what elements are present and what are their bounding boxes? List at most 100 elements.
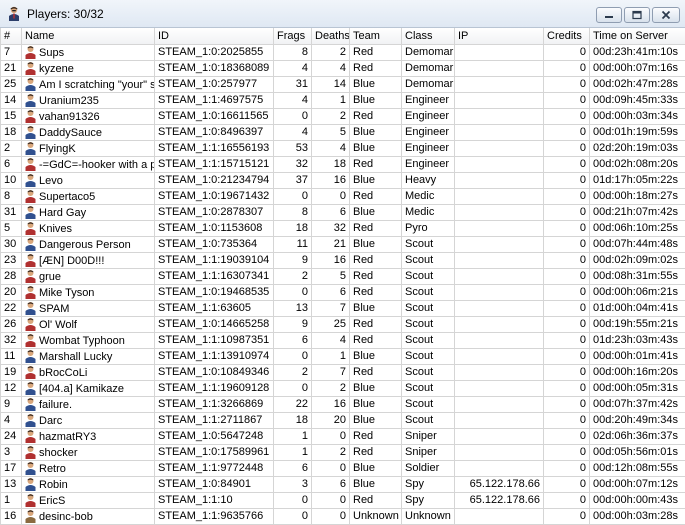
column-header-ip[interactable]: IP	[454, 28, 544, 45]
table-row[interactable]: 12 [404.a] Kamikaze STEAM_1:1:19609128 0 2 Bl…	[0, 379, 685, 397]
table-row[interactable]: 2 FlyingK STEAM_1:1:16556193 53 4 Blue Enginee…	[0, 139, 685, 157]
time-on-server-cell: 00d:00h:03m:34s	[589, 107, 685, 125]
table-row[interactable]: 19 bRocCoLi STEAM_1:0:10849346 2 7 Red Scout 0 0…	[0, 363, 685, 381]
maximize-button[interactable]	[624, 7, 650, 23]
time-on-server-cell: 00d:06h:10m:25s	[589, 219, 685, 237]
player-avatar-icon	[24, 269, 37, 283]
table-row[interactable]: 9 failure. STEAM_1:1:3266869 22 16 Blue Scout 0…	[0, 395, 685, 413]
team-cell: Blue	[349, 475, 402, 493]
close-button[interactable]	[652, 7, 680, 23]
table-row[interactable]: 4 Darc STEAM_1:1:2711867 18 20 Blue Scout 0 00d:…	[0, 411, 685, 429]
steam-id-cell: STEAM_1:0:1153608	[154, 219, 274, 237]
table-row[interactable]: 10 Levo STEAM_1:0:21234794 37 16 Blue Heavy 0 01…	[0, 171, 685, 189]
time-on-server-cell: 00d:19h:55m:21s	[589, 315, 685, 333]
table-row[interactable]: 16 desinc-bob STEAM_1:1:9635766 0 0 Unknown Un…	[0, 507, 685, 525]
class-cell: Demomar	[401, 43, 455, 61]
class-cell: Medic	[401, 187, 455, 205]
column-header-credits[interactable]: Credits	[543, 28, 590, 45]
time-on-server-cell: 00d:00h:01m:41s	[589, 347, 685, 365]
steam-id-cell: STEAM_1:0:21234794	[154, 171, 274, 189]
frags-cell: 1	[273, 443, 312, 461]
column-header-num[interactable]: #	[0, 28, 22, 45]
name-cell: grue	[21, 267, 155, 285]
table-row[interactable]: 30 Dangerous Person STEAM_1:0:735364 11 21 Bl…	[0, 235, 685, 253]
name-cell: Marshall Lucky	[21, 347, 155, 365]
table-row[interactable]: 20 Mike Tyson STEAM_1:0:19468535 0 6 Red Scout…	[0, 283, 685, 301]
player-avatar-icon	[24, 317, 37, 331]
time-on-server-cell: 01d:00h:04m:41s	[589, 299, 685, 317]
players-grid[interactable]: # Name ID Frags Deaths Team Class IP Credits Time…	[0, 28, 685, 525]
column-header-team[interactable]: Team	[349, 28, 402, 45]
table-row[interactable]: 1 EricS STEAM_1:1:10 0 0 Red Spy 65.122.178.66 0…	[0, 491, 685, 509]
table-row[interactable]: 7 Sups STEAM_1:0:2025855 8 2 Red Demomar 0 00d:2…	[0, 43, 685, 61]
deaths-cell: 16	[311, 395, 350, 413]
column-header-name[interactable]: Name	[21, 28, 155, 45]
credits-cell: 0	[543, 379, 590, 397]
table-row[interactable]: 5 Knives STEAM_1:0:1153608 18 32 Red Pyro 0 00d:…	[0, 219, 685, 237]
num-cell: 32	[0, 331, 22, 349]
minimize-button[interactable]	[596, 7, 622, 23]
frags-cell: 2	[273, 267, 312, 285]
class-cell: Spy	[401, 475, 455, 493]
deaths-cell: 5	[311, 123, 350, 141]
credits-cell: 0	[543, 411, 590, 429]
steam-id-cell: STEAM_1:1:2711867	[154, 411, 274, 429]
table-row[interactable]: 3 shocker STEAM_1:0:17589961 1 2 Red Sniper 0 00…	[0, 443, 685, 461]
column-header-deaths[interactable]: Deaths	[311, 28, 350, 45]
player-avatar-icon	[24, 237, 37, 251]
table-row[interactable]: 13 Robin STEAM_1:0:84901 3 6 Blue Spy 65.122.17…	[0, 475, 685, 493]
time-on-server-cell: 00d:09h:45m:33s	[589, 91, 685, 109]
table-row[interactable]: 8 Supertaco5 STEAM_1:0:19671432 0 0 Red Medic 0…	[0, 187, 685, 205]
team-cell: Red	[349, 107, 402, 125]
ip-cell	[454, 459, 544, 477]
table-row[interactable]: 6 -=GdC=-hooker with a p STEAM_1:1:1571512…	[0, 155, 685, 173]
name-cell: SPAM	[21, 299, 155, 317]
class-cell: Engineer	[401, 155, 455, 173]
column-header-class[interactable]: Class	[401, 28, 455, 45]
team-cell: Blue	[349, 203, 402, 221]
steam-id-cell: STEAM_1:0:84901	[154, 475, 274, 493]
num-cell: 6	[0, 155, 22, 173]
frags-cell: 2	[273, 363, 312, 381]
steam-id-cell: STEAM_1:1:15715121	[154, 155, 274, 173]
steam-id-cell: STEAM_1:0:735364	[154, 235, 274, 253]
steam-id-cell: STEAM_1:0:18368089	[154, 59, 274, 77]
deaths-cell: 2	[311, 379, 350, 397]
ip-cell	[454, 363, 544, 381]
table-row[interactable]: 22 SPAM STEAM_1:1:63605 13 7 Blue Scout 0 01d:00…	[0, 299, 685, 317]
table-row[interactable]: 28 grue STEAM_1:1:16307341 2 5 Red Scout 0 00d:0…	[0, 267, 685, 285]
deaths-cell: 0	[311, 459, 350, 477]
column-header-time[interactable]: Time on Server	[589, 28, 685, 45]
table-row[interactable]: 14 Uranium235 STEAM_1:1:4697575 4 1 Blue Engin…	[0, 91, 685, 109]
table-row[interactable]: 17 Retro STEAM_1:1:9772448 6 0 Blue Soldier 0 00…	[0, 459, 685, 477]
team-cell: Red	[349, 427, 402, 445]
credits-cell: 0	[543, 363, 590, 381]
steam-id-cell: STEAM_1:0:17589961	[154, 443, 274, 461]
ip-cell	[454, 347, 544, 365]
table-row[interactable]: 24 hazmatRY3 STEAM_1:0:5647248 1 0 Red Sniper 0…	[0, 427, 685, 445]
team-cell: Red	[349, 251, 402, 269]
name-cell: shocker	[21, 443, 155, 461]
num-cell: 11	[0, 347, 22, 365]
steam-id-cell: STEAM_1:0:8496397	[154, 123, 274, 141]
deaths-cell: 25	[311, 315, 350, 333]
table-row[interactable]: 25 Am I scratching "your" s STEAM_1:0:2579…	[0, 75, 685, 93]
table-row[interactable]: 32 Wombat Typhoon STEAM_1:1:10987351 6 4 Red S…	[0, 331, 685, 349]
name-cell: kyzene	[21, 59, 155, 77]
player-avatar-icon	[24, 493, 37, 507]
ip-cell	[454, 315, 544, 333]
table-row[interactable]: 15 vahan91326 STEAM_1:0:16611565 0 2 Red Engin…	[0, 107, 685, 125]
player-avatar-icon	[24, 301, 37, 315]
deaths-cell: 4	[311, 59, 350, 77]
table-row[interactable]: 21 kyzene STEAM_1:0:18368089 4 4 Red Demomar 0 0…	[0, 59, 685, 77]
column-header-frags[interactable]: Frags	[273, 28, 312, 45]
deaths-cell: 6	[311, 283, 350, 301]
table-row[interactable]: 31 Hard Gay STEAM_1:0:2878307 8 6 Blue Medic 0 0…	[0, 203, 685, 221]
table-row[interactable]: 26 Ol' Wolf STEAM_1:0:14665258 9 25 Red Scout 0…	[0, 315, 685, 333]
table-row[interactable]: 11 Marshall Lucky STEAM_1:1:13910974 0 1 Blue…	[0, 347, 685, 365]
column-header-id[interactable]: ID	[154, 28, 274, 45]
table-row[interactable]: 23 [ÆN] D00D!!! STEAM_1:1:19039104 9 16 Red Sc…	[0, 251, 685, 269]
time-on-server-cell: 00d:00h:16m:20s	[589, 363, 685, 381]
player-avatar-icon	[24, 221, 37, 235]
table-row[interactable]: 18 DaddySauce STEAM_1:0:8496397 4 5 Blue Engin…	[0, 123, 685, 141]
